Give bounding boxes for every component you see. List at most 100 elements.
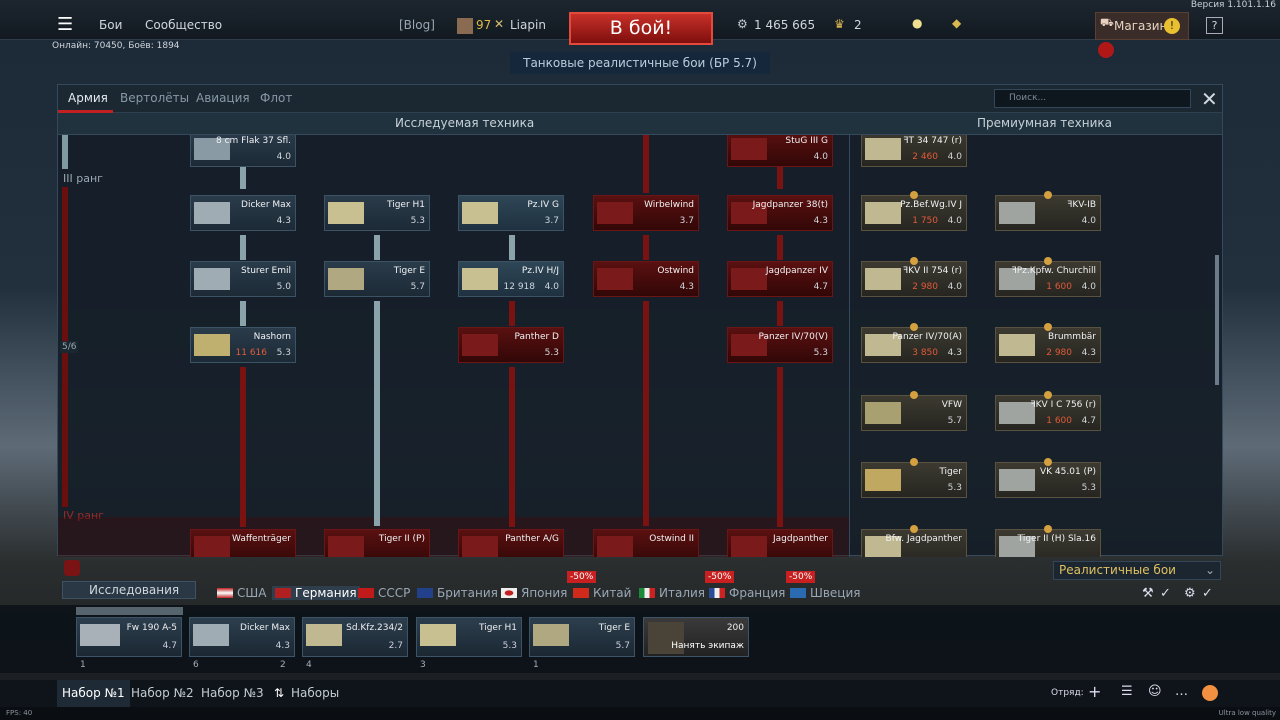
vehicle-card[interactable]: Tiger II (P) [324, 529, 430, 557]
vehicle-card[interactable]: Dicker Max 4.3 [190, 195, 296, 231]
help-button[interactable]: ? [1206, 17, 1223, 34]
hire-crew-button[interactable]: 200 Нанять экипаж [643, 617, 749, 657]
crew-slot[interactable]: Dicker Max 4.3 [189, 617, 295, 657]
preset-1[interactable]: Набор №1 [57, 680, 130, 707]
scrollbar[interactable] [1215, 255, 1219, 385]
vehicle-card[interactable]: Nashorn 11 616 5.3 [190, 327, 296, 363]
notification-icon[interactable] [1098, 42, 1114, 58]
vehicle-card[interactable]: Pz.IV H/J 12 918 4.0 [458, 261, 564, 297]
status-bar: FPS: 40 Ultra low quality [0, 707, 1280, 720]
researched-header: Исследуемая техника [395, 116, 535, 130]
vehicle-card[interactable]: Jagdpanzer IV 4.7 [727, 261, 833, 297]
premium-vehicle-card[interactable]: VFW 5.7 [861, 391, 967, 431]
lightbulb-icon[interactable]: ● [912, 16, 922, 30]
nation-ussr[interactable]: СССР [358, 586, 410, 600]
nation-label: Япония [521, 586, 568, 600]
nation-china[interactable]: -50% Китай [567, 571, 631, 600]
vehicle-card[interactable]: Panther A/G [458, 529, 564, 557]
tab-fleet[interactable]: Флот [260, 91, 292, 105]
crew-slot[interactable]: Sd.Kfz.234/2 2.7 [302, 617, 408, 657]
tank-icon [597, 202, 633, 224]
to-battle-button[interactable]: В бой! [569, 12, 713, 45]
premium-vehicle-card[interactable]: ꟻT 34 747 (r) 2 460 4.0 [861, 135, 967, 167]
vehicle-card[interactable]: 8 cm Flak 37 Sfl. 4.0 [190, 135, 296, 167]
vehicle-card[interactable]: Waffenträger [190, 529, 296, 557]
vehicle-card[interactable]: Tiger H1 5.3 [324, 195, 430, 231]
crew-slot[interactable]: Fw 190 A-5 4.7 [76, 617, 182, 657]
premium-vehicle-card[interactable]: Tiger 5.3 [861, 458, 967, 498]
checkmark-icon[interactable]: ✓ [1160, 586, 1171, 601]
mail-icon[interactable] [1202, 685, 1218, 701]
tank-icon [597, 536, 633, 557]
username[interactable]: Liapin [510, 18, 546, 32]
vehicle-card[interactable]: Ostwind 4.3 [593, 261, 699, 297]
vehicle-card[interactable]: Sturer Emil 5.0 [190, 261, 296, 297]
premium-vehicle-card[interactable]: Brummbär 2 980 4.3 [995, 323, 1101, 363]
blog-link[interactable]: [Blog] [399, 18, 435, 32]
event-icon [910, 257, 918, 265]
tank-icon [865, 402, 901, 424]
vehicle-card[interactable]: Panther D 5.3 [458, 327, 564, 363]
germany-flag-icon [275, 588, 291, 598]
tab-helicopters[interactable]: Вертолёты [120, 91, 189, 105]
vehicle-card[interactable]: Jagdpanzer 38(t) 4.3 [727, 195, 833, 231]
vehicle-card[interactable]: Jagdpanther [727, 529, 833, 557]
nation-label: Британия [437, 586, 498, 600]
tank-icon [462, 202, 498, 224]
chat-icon[interactable]: … [1175, 684, 1188, 699]
premium-vehicle-card[interactable]: VK 45.01 (P) 5.3 [995, 458, 1101, 498]
premium-vehicle-card[interactable]: ꟻPz.Kpfw. Churchill 1 600 4.0 [995, 257, 1101, 297]
nation-label: Германия [295, 586, 357, 600]
premium-vehicle-card[interactable]: ꟻKV I C 756 (r) 1 600 4.7 [995, 391, 1101, 431]
battle-rating: 5.3 [276, 348, 291, 358]
vehicle-name: Wirbelwind [644, 200, 694, 210]
list-icon[interactable]: ☰ [1121, 684, 1133, 699]
repair-icon[interactable]: ⚙ [1184, 586, 1196, 601]
wrench-icon[interactable]: ⚒ [1142, 586, 1154, 601]
nation-germany[interactable]: Германия [272, 586, 360, 600]
vehicle-card[interactable]: StuG III G 4.0 [727, 135, 833, 167]
rank-3-label: III ранг [63, 172, 103, 185]
add-icon[interactable]: + [1088, 682, 1101, 701]
preset-3[interactable]: Набор №3 [196, 680, 269, 707]
nation-france[interactable]: -50% Франция [705, 571, 785, 600]
tree-link [240, 367, 246, 527]
shield-icon[interactable] [64, 560, 80, 576]
premium-vehicle-card[interactable]: Tiger II (H) Sla.16 [995, 525, 1101, 557]
nation-italy[interactable]: Италия [639, 586, 705, 600]
community-menu[interactable]: Сообщество [145, 18, 222, 32]
select-all-icon[interactable]: ✓ [1202, 586, 1213, 601]
friends-icon[interactable]: ☺ [1148, 684, 1162, 699]
premium-vehicle-card[interactable]: Pz.Bef.Wg.IV J 1 750 4.0 [861, 191, 967, 231]
tab-aviation[interactable]: Авиация [196, 91, 250, 105]
game-mode-selector[interactable]: Танковые реалистичные бои (БР 5.7) [510, 52, 770, 74]
close-icon[interactable]: ✕ [1201, 87, 1218, 111]
crew-slot[interactable]: Tiger E 5.7 [529, 617, 635, 657]
premium-vehicle-card[interactable]: Bfw. Jagdpanther [861, 525, 967, 557]
tab-army[interactable]: Армия [68, 91, 108, 105]
hamburger-icon[interactable]: ☰ [57, 14, 73, 35]
preset-2[interactable]: Набор №2 [126, 680, 199, 707]
battles-menu[interactable]: Бои [99, 18, 122, 32]
research-progress: 12 918 [503, 282, 536, 292]
presets-button[interactable]: Наборы [286, 680, 344, 707]
vehicle-card[interactable]: Ostwind II [593, 529, 699, 557]
vehicle-card[interactable]: Tiger E 5.7 [324, 261, 430, 297]
premium-icon[interactable]: ◆ [952, 16, 961, 30]
tank-icon [194, 536, 230, 557]
nation-japan[interactable]: Япония [501, 586, 567, 600]
vehicle-card[interactable]: Wirbelwind 3.7 [593, 195, 699, 231]
vehicle-card[interactable]: Pz.IV G 3.7 [458, 195, 564, 231]
vehicle-card[interactable]: Panzer IV/70(V) 5.3 [727, 327, 833, 363]
search-input[interactable]: Поиск... [994, 89, 1191, 108]
premium-vehicle-card[interactable]: ꟻKV-IB 4.0 [995, 191, 1101, 231]
mode-select[interactable]: Реалистичные бои ⌄ [1053, 561, 1221, 580]
nation-usa[interactable]: США [217, 586, 266, 600]
nation-sweden[interactable]: -50% Швеция [786, 571, 860, 600]
avatar[interactable] [457, 18, 473, 34]
premium-vehicle-card[interactable]: ꟻKV II 754 (r) 2 980 4.0 [861, 257, 967, 297]
crew-slot[interactable]: Tiger H1 5.3 [416, 617, 522, 657]
china-flag-icon [573, 588, 589, 598]
premium-vehicle-card[interactable]: Panzer IV/70(A) 3 850 4.3 [861, 323, 967, 363]
nation-britain[interactable]: Британия [417, 586, 498, 600]
